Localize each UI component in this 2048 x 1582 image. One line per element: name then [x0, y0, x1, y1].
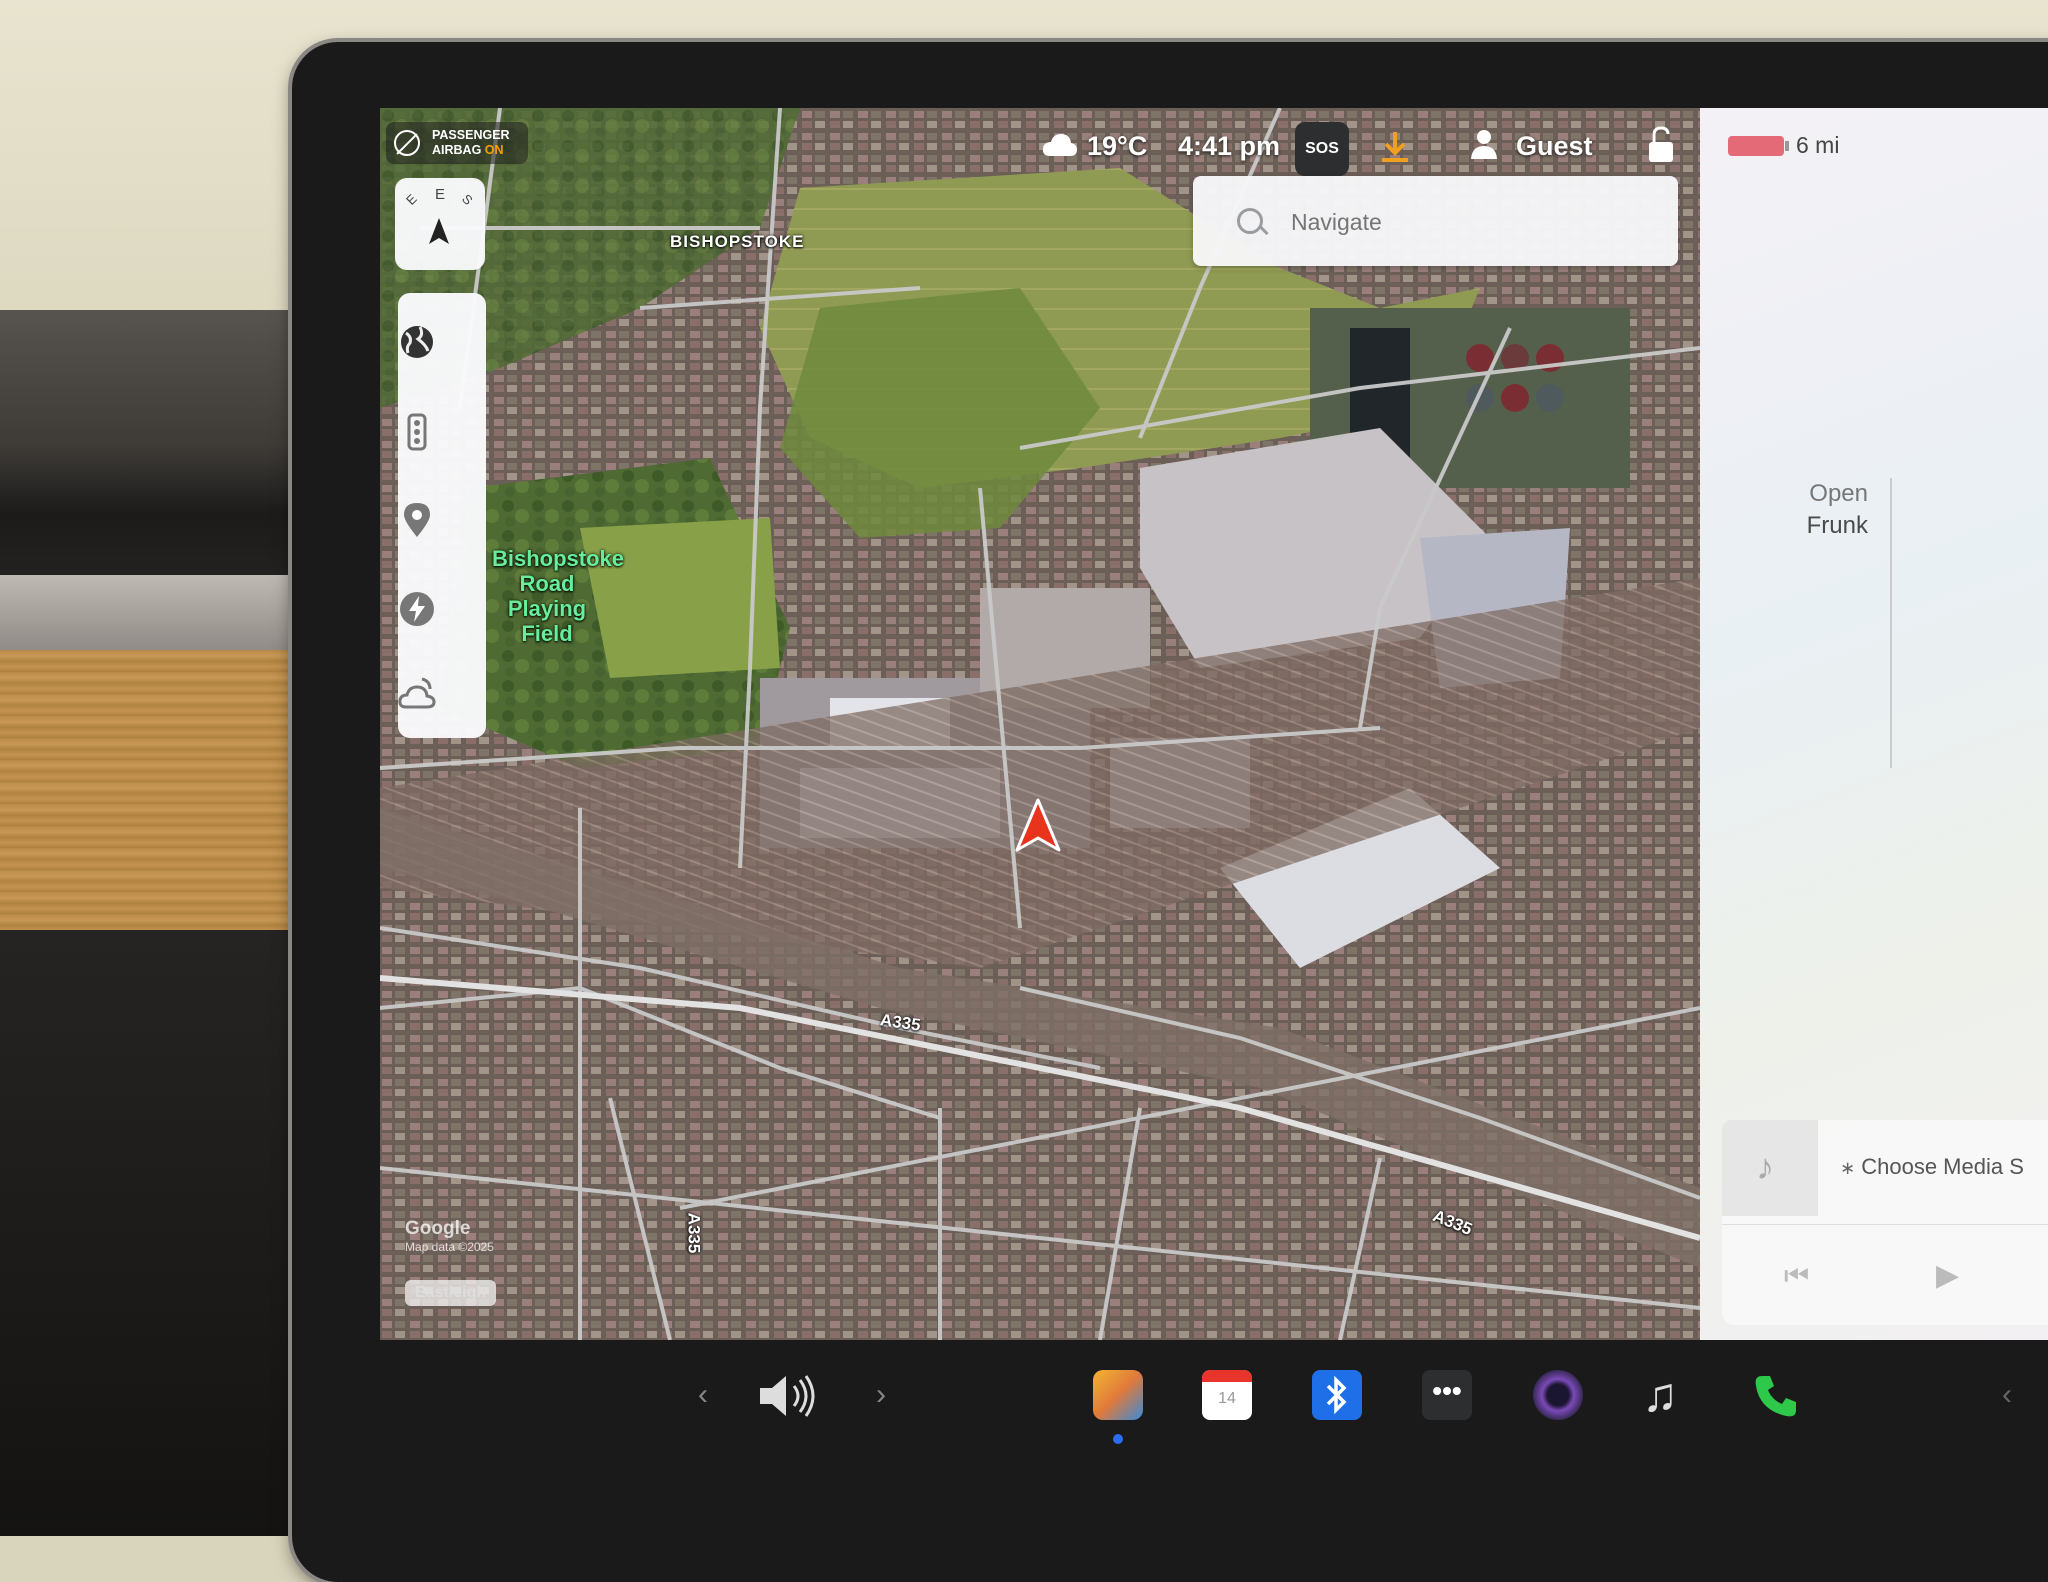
choose-media-source[interactable]: ∗ Choose Media S — [1840, 1154, 2024, 1180]
compass-arrow-icon — [429, 218, 449, 244]
bluetooth-icon: ∗ — [1840, 1158, 1856, 1178]
traffic-icon[interactable] — [398, 413, 436, 451]
compass-letter-right: S — [458, 191, 476, 208]
prev-track-icon[interactable]: ⏮ — [1784, 1260, 1809, 1293]
calendar-day: 14 — [1218, 1390, 1236, 1407]
wood-trim — [0, 650, 340, 930]
charging-icon[interactable] — [398, 590, 436, 628]
cloud-icon — [1042, 134, 1077, 156]
compass-letter-top: E — [435, 186, 446, 203]
active-app-dot — [1113, 1434, 1123, 1444]
map-view[interactable]: BISHOPSTOKE Bishopstoke Road Playing Fie… — [380, 108, 1700, 1340]
media-player: ♪ ∗ Choose Media S ⏮ ▶ — [1722, 1120, 2048, 1325]
map-label-playing-field-line1: Bishopstoke — [492, 546, 625, 571]
sos-button[interactable]: SOS — [1295, 122, 1349, 176]
outside-temperature: 19°C — [1087, 131, 1148, 161]
album-art[interactable]: ♪ — [1722, 1120, 1818, 1216]
person-icon — [1471, 130, 1497, 159]
camera-icon[interactable] — [1533, 1370, 1583, 1420]
range-text: 6 mi — [1796, 132, 1840, 158]
navigate-input[interactable] — [1289, 200, 1653, 244]
app-dock: ‹ › 14 ••• ♫ ‹ — [380, 1340, 2048, 1450]
dashboard-lower — [0, 930, 340, 1536]
satellite-map — [380, 108, 1700, 1340]
navigation-arrow-icon — [1015, 798, 1061, 852]
pin-icon[interactable] — [398, 501, 436, 539]
open-frunk-line1: Open — [1809, 480, 1868, 507]
place-chip-eastleigh[interactable]: Eastleigh — [405, 1280, 497, 1306]
phone-icon[interactable] — [1752, 1372, 1800, 1420]
touchscreen: BISHOPSTOKE Bishopstoke Road Playing Fie… — [380, 108, 2048, 1340]
battery-nub — [1785, 141, 1789, 151]
google-logo: Google — [405, 1218, 471, 1239]
map-label-bishopstoke: BISHOPSTOKE — [670, 232, 805, 251]
dashboard-stripe — [0, 575, 340, 655]
airbag-line1: PASSENGER — [432, 128, 510, 142]
map-label-playing-field-line2: Road — [519, 571, 575, 596]
sos-icon: SOS — [1305, 140, 1339, 157]
clock: 4:41 pm — [1178, 131, 1281, 161]
no-airbag-icon — [394, 130, 420, 156]
frunk-guide-line — [1890, 478, 1892, 768]
chevron-left-icon[interactable]: ‹ — [698, 1378, 708, 1412]
airbag-line2-row: AIRBAG ON — [432, 143, 510, 158]
music-note-icon: ♪ — [1756, 1146, 1774, 1187]
weather-icon[interactable] — [398, 675, 436, 713]
compass-button[interactable]: E E S — [395, 178, 485, 270]
media-source-label: Choose Media S — [1861, 1154, 2024, 1179]
map-controls-toolbar — [398, 293, 486, 738]
download-icon[interactable] — [1380, 130, 1410, 164]
battery-icon — [1728, 136, 1784, 156]
toybox-icon[interactable] — [1093, 1370, 1143, 1420]
search-icon — [1237, 208, 1263, 234]
unlock-icon[interactable] — [1646, 126, 1676, 164]
airbag-line2: AIRBAG — [432, 143, 482, 157]
volume-icon[interactable] — [758, 1374, 820, 1418]
calendar-header — [1202, 1370, 1252, 1382]
open-frunk-line2: Frunk — [1806, 512, 1868, 539]
open-frunk-button[interactable]: Open Frunk — [1796, 478, 1868, 542]
map-attribution: Google Map data ©2025 — [405, 1218, 494, 1254]
chevron-right-icon[interactable]: › — [876, 1378, 886, 1412]
chevron-left-icon-right[interactable]: ‹ — [2002, 1378, 2012, 1412]
map-label-playing-field: Bishopstoke Road Playing Field — [492, 546, 625, 646]
passenger-airbag-indicator: PASSENGER AIRBAG ON — [386, 122, 528, 164]
road-label-a335-vertical: A335 — [684, 1212, 704, 1254]
play-icon[interactable]: ▶ — [1936, 1258, 1959, 1293]
bluetooth-app-icon[interactable] — [1312, 1370, 1362, 1420]
calendar-icon[interactable]: 14 — [1202, 1370, 1252, 1420]
music-app-icon[interactable]: ♫ — [1642, 1368, 1678, 1423]
vehicle-panel: 6 mi Open Frunk ♪ ∗ Choose Media S ⏮ ▶ — [1700, 108, 2048, 1340]
driver-profile[interactable]: Guest — [1516, 126, 1593, 166]
globe-icon[interactable] — [398, 323, 436, 361]
navigate-search-bar[interactable] — [1193, 176, 1678, 266]
map-data-credit: Map data ©2025 — [405, 1240, 494, 1254]
media-divider — [1722, 1224, 2048, 1225]
airbag-text: PASSENGER AIRBAG ON — [432, 128, 510, 158]
bluetooth-glyph — [1326, 1375, 1347, 1415]
airbag-state: ON — [484, 143, 504, 157]
more-icon[interactable]: ••• — [1422, 1370, 1472, 1420]
map-label-playing-field-line3: Playing Field — [507, 596, 587, 646]
compass-letter-left: E — [402, 191, 420, 208]
